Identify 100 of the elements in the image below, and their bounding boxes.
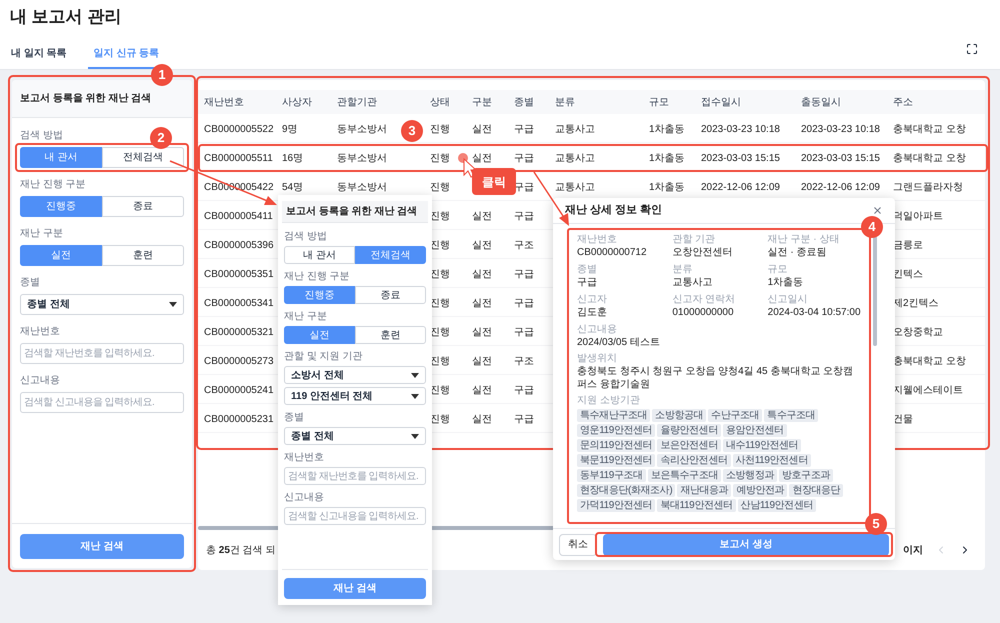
click-badge: 클릭 [472,168,516,195]
segment-option[interactable]: 내 관서 [284,246,355,264]
scrollbar[interactable] [873,236,877,346]
table-cell: 실전 [472,356,492,367]
agency-tag: 영운119안전센터 [577,424,656,437]
close-icon[interactable] [872,205,883,216]
table-cell: 2022-12-06 12:09 [801,182,880,193]
segment-option[interactable]: 종료 [355,286,426,304]
table-cell: 54명 [282,182,304,193]
table-cell: 교통사고 [555,153,595,164]
table-cell: 진행 [430,211,450,222]
table-cell: CB0000005231 [204,414,274,425]
tab[interactable]: 내 일지 목록 [10,39,68,69]
input-field[interactable]: 검색할 신고내용을 입력하세요. [284,507,426,525]
column-header: 규모 [649,96,670,110]
field-label: 재난 구분 [20,227,63,241]
field-label: 종별 [284,411,304,425]
agency-tag: 수난구조대 [708,409,762,422]
table-cell: CB0000005396 [204,240,274,251]
segment-option[interactable]: 훈련 [355,326,426,344]
step-marker: 5 [865,513,887,535]
table-cell: 1차출동 [649,153,685,164]
segment-option[interactable]: 종료 [102,196,184,217]
table-cell: 덕일아파트 [893,211,943,222]
field-label: 재난번호 [284,451,324,465]
page-title: 내 보고서 관리 [9,6,122,28]
result-count: 총 25건 검색 되 [206,544,276,558]
table-cell: 그랜드플라자청 [893,182,963,193]
column-header: 구분 [472,96,493,110]
detail-label: 관할 기관 [672,234,716,246]
table-cell: 구급 [514,327,534,338]
agency-tag: 북문119안전센터 [577,454,656,467]
column-header: 상태 [430,96,451,110]
detail-value: 김도훈 [577,306,608,320]
detail-value: 충청북도 청주시 청원구 오창읍 양청4길 45 충북대학교 오창캠퍼스 융합기술원 [577,365,854,391]
detail-label: 신고자 연락처 [672,294,736,306]
segment-option[interactable]: 훈련 [102,245,184,266]
table-cell: 2023-03-03 15:15 [801,153,880,164]
table-cell: 1차출동 [649,124,685,135]
select-field[interactable]: 종별 전체 [284,427,426,445]
table-cell: 진행 [430,414,450,425]
detail-label: 신고일시 [768,294,809,306]
agency-tag: 가덕119안전센터 [577,499,656,512]
select-field[interactable]: 소방서 전체 [284,366,426,384]
table-cell: 금릉로 [893,240,923,251]
field-label: 재난번호 [20,325,60,339]
agency-tag: 재난대응과 [677,484,732,497]
agency-tag: 내수119안전센터 [722,439,802,452]
table-cell: 실전 [472,124,492,135]
agency-tag: 용암안전센터 [722,424,787,437]
detail-value: 2024-03-04 10:57:00 [768,306,862,320]
caret-icon [411,394,419,398]
step-marker: 2 [150,127,172,149]
agency-tag: 동부119구조대 [577,469,646,482]
field-label: 검색 방법 [284,230,327,244]
cancel-button[interactable]: 취소 [559,534,597,556]
table-cell: 구급 [514,385,534,396]
agency-tag: 보은특수구조대 [648,469,721,482]
detail-value: 2024/03/05 테스트 [577,336,661,349]
detail-value: 01000000000 [672,306,735,320]
detail-value: 교통사고 [672,276,714,290]
caret-icon [411,434,419,438]
detail-label: 발생위치 [577,353,618,365]
detail-value: 구급 [577,276,598,290]
table-cell: 구급 [514,414,534,425]
panel-title: 보고서 등록을 위한 재난 검색 [20,92,152,106]
select-value: 종별 전체 [291,430,334,444]
agency-tag: 사천119안전센터 [732,454,811,467]
agency-tag: 현장대응단 [789,484,844,497]
table-cell: 구급 [514,182,534,193]
table-cell: CB0000005411 [204,211,273,222]
segment-option[interactable]: 전체검색 [102,147,184,168]
field-label: 재난 진행 구분 [284,270,350,284]
column-header: 주소 [893,96,914,110]
detail-label: 신고자 [577,294,608,306]
table-cell: 진행 [430,356,450,367]
table-cell: 구급 [514,211,534,222]
input-field[interactable]: 검색할 재난번호를 입력하세요. [284,467,426,485]
table-cell: 실전 [472,327,492,338]
agency-tag: 보은안전센터 [657,439,721,452]
input-field[interactable]: 검색할 재난번호를 입력하세요. [20,343,184,364]
agency-tag: 속리산안전센터 [657,454,731,467]
agency-tag: 소방항공대 [652,409,706,422]
table-cell: 진행 [430,298,450,309]
table-cell: 실전 [472,298,492,309]
table-cell: 건물 [893,414,913,425]
detail-label: 종별 [577,264,598,276]
table-cell: 2023-03-03 15:15 [701,153,780,164]
select-field[interactable]: 종별 전체 [20,294,184,315]
input-field[interactable]: 검색할 신고내용을 입력하세요. [20,392,184,413]
detail-label: 규모 [768,264,789,276]
table-cell: 실전 [472,269,492,280]
agency-tag: 특수구조대 [764,409,818,422]
fullscreen-icon[interactable] [966,43,978,55]
panel-title: 보고서 등록을 위한 재난 검색 [286,205,418,219]
dialog-title: 재난 상세 정보 확인 [565,203,662,218]
detail-label: 지원 소방기관 [577,395,641,407]
pagination-label: 이지 [903,544,923,558]
select-field[interactable]: 119 안전센터 전체 [284,387,426,405]
detail-value: 실전 · 종료됨 [768,246,828,260]
